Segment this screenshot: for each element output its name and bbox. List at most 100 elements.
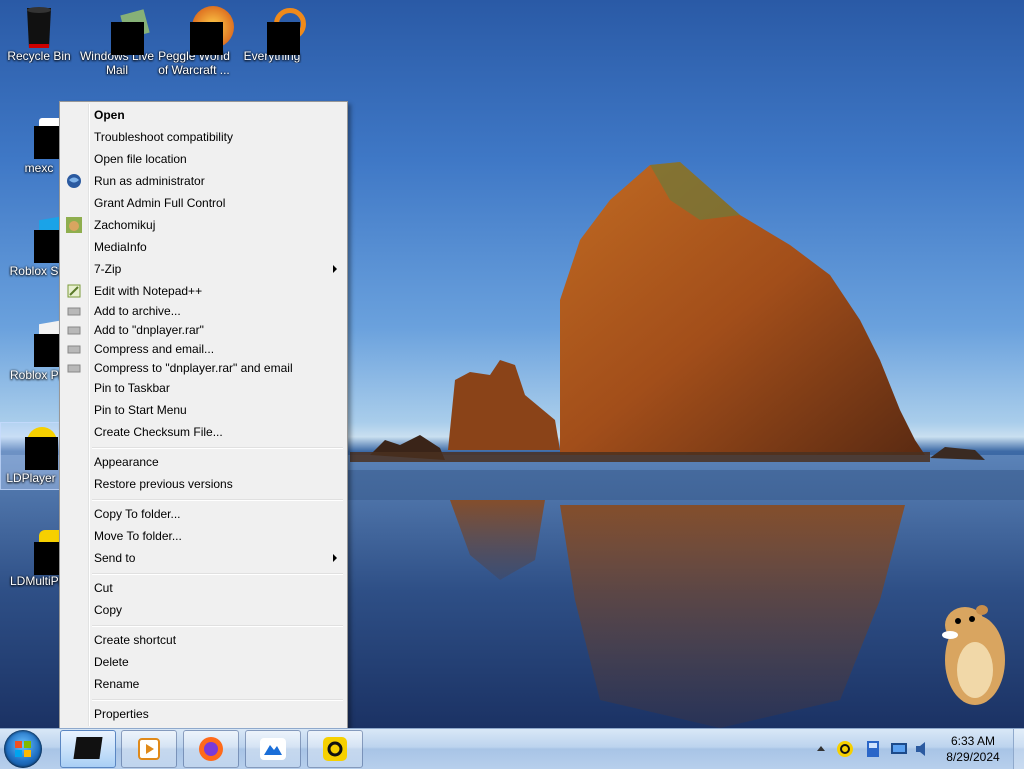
everything-search-icon [252, 6, 306, 55]
menu-item-label: Add to "dnplayer.rar" [94, 323, 204, 337]
menu-item-copy-to-folder[interactable]: Copy To folder... [62, 504, 345, 524]
menu-item-label: Rename [94, 677, 140, 691]
menu-item-label: Create shortcut [94, 633, 177, 647]
menu-separator [92, 499, 343, 501]
menu-item-label: Cut [94, 581, 113, 595]
menu-item-label: Properties [94, 707, 149, 721]
menu-item-label: Pin to Start Menu [94, 403, 187, 417]
menu-item-open-file-location[interactable]: Open file location [62, 149, 345, 169]
roblox-studio-icon [19, 215, 67, 263]
menu-item-run-as-administrator[interactable]: Run as administrator [62, 171, 345, 191]
submenu-arrow-icon [333, 554, 337, 562]
menu-item-rename[interactable]: Rename [62, 674, 345, 694]
menu-separator [92, 573, 343, 575]
ldplayer-app-icon [73, 737, 103, 759]
menu-item-add-to-archive[interactable]: Add to archive... [62, 301, 345, 321]
menu-item-appearance[interactable]: Appearance [62, 452, 345, 472]
menu-item-label: Copy To folder... [94, 507, 181, 521]
menu-item-grant-admin-full-control[interactable]: Grant Admin Full Control [62, 193, 345, 213]
desktop-icon-label-line2: Mail [105, 63, 128, 77]
system-tray [812, 729, 925, 769]
menu-item-label: MediaInfo [94, 240, 147, 254]
mexc-app-icon [19, 118, 67, 159]
menu-item-create-checksum-file[interactable]: Create Checksum File... [62, 422, 345, 442]
hamster-icon [66, 217, 82, 233]
clock-date: 8/29/2024 [946, 750, 1000, 764]
desktop-icon-label: Recycle Bin [7, 49, 71, 63]
clock-time: 6:33 AM [950, 734, 996, 748]
ldplayer-tray-icon[interactable] [836, 740, 854, 758]
desktop-icon-everything[interactable]: Everything [233, 6, 311, 63]
menu-item-label: Restore previous versions [94, 477, 233, 491]
menu-item-restore-previous-versions[interactable]: Restore previous versions [62, 474, 345, 494]
show-hidden-icons-icon[interactable] [816, 743, 826, 753]
roblox-player-icon [19, 319, 67, 367]
taskbar-button-media-player[interactable] [121, 730, 177, 768]
archive-icon [67, 345, 81, 354]
menu-item-move-to-folder[interactable]: Move To folder... [62, 526, 345, 546]
shield-globe-icon [67, 174, 81, 188]
windows-live-mail-icon [97, 6, 150, 55]
show-desktop-button[interactable] [1013, 729, 1024, 769]
windows-logo-icon [15, 741, 31, 757]
menu-item-label: Compress to "dnplayer.rar" and email [94, 361, 293, 375]
menu-item-label: Create Checksum File... [94, 425, 223, 439]
menu-item-mediainfo[interactable]: MediaInfo [62, 237, 345, 257]
menu-item-label: Open file location [94, 152, 187, 166]
menu-item-properties[interactable]: Properties [62, 704, 345, 724]
system-clock[interactable]: 6:33 AM 8/29/2024 [930, 733, 1016, 765]
menu-item-compress-and-email[interactable]: Compress and email... [62, 339, 345, 359]
menu-item-send-to[interactable]: Send to [62, 548, 345, 568]
menu-item-label: Add to archive... [94, 304, 181, 318]
menu-item-label: Pin to Taskbar [94, 381, 170, 395]
recycle-bin-icon [19, 6, 59, 48]
menu-item-edit-with-notepadpp[interactable]: Edit with Notepad++ [62, 281, 345, 301]
menu-item-delete[interactable]: Delete [62, 652, 345, 672]
taskbar-button-ldplayer[interactable] [60, 730, 116, 768]
menu-separator [92, 447, 343, 449]
desktop-icon-windows-live-mail[interactable]: Windows Live Mail [78, 6, 156, 77]
firefox-icon [199, 737, 223, 761]
menu-item-label: Edit with Notepad++ [94, 284, 203, 298]
menu-item-copy[interactable]: Copy [62, 600, 345, 620]
media-player-icon [138, 738, 160, 760]
desktop-icon-label-line2: of Warcraft ... [158, 63, 230, 77]
ldmultiplayer-app-icon [323, 737, 347, 761]
menu-item-add-to-dnplayer-rar[interactable]: Add to "dnplayer.rar" [62, 320, 345, 340]
action-center-icon[interactable] [864, 740, 882, 758]
menu-item-label: Copy [94, 603, 123, 617]
notepad-icon [67, 284, 81, 298]
ldplayer-icon [11, 423, 58, 470]
menu-item-label: Send to [94, 551, 136, 565]
desktop-icon-recycle-bin[interactable]: Recycle Bin [0, 6, 78, 63]
menu-item-label: Run as administrator [94, 174, 205, 188]
menu-item-cut[interactable]: Cut [62, 578, 345, 598]
ldmultiplayer-icon [19, 528, 67, 575]
desktop-icon-ldplayer[interactable]: LDPlayer [0, 422, 62, 490]
peggle-icon [174, 6, 234, 55]
menu-separator [92, 699, 343, 701]
archive-icon [67, 364, 81, 373]
archive-icon [67, 326, 81, 335]
menu-item-label: Grant Admin Full Control [94, 196, 226, 210]
taskbar-button-ldmultiplayer[interactable] [307, 730, 363, 768]
menu-item-label: Open [94, 108, 125, 122]
menu-item-open[interactable]: Open [62, 105, 345, 125]
taskbar-button-firefox[interactable] [183, 730, 239, 768]
submenu-arrow-icon [333, 265, 337, 273]
menu-item-compress-to-dnplayer-rar-and-email[interactable]: Compress to "dnplayer.rar" and email [62, 358, 345, 378]
taskbar-button-cloud-app[interactable] [245, 730, 301, 768]
network-icon[interactable] [890, 740, 908, 758]
start-button[interactable] [4, 730, 42, 768]
menu-item-label: Troubleshoot compatibility [94, 130, 233, 144]
cloud-app-icon [260, 738, 286, 760]
menu-item-7zip[interactable]: 7-Zip [62, 259, 345, 279]
desktop-icon-peggle[interactable]: Peggle World of Warcraft ... [155, 6, 234, 77]
menu-item-pin-to-taskbar[interactable]: Pin to Taskbar [62, 378, 345, 398]
menu-item-zachomikuj[interactable]: Zachomikuj [62, 215, 345, 235]
menu-item-create-shortcut[interactable]: Create shortcut [62, 630, 345, 650]
archive-icon [67, 307, 81, 316]
menu-item-troubleshoot-compatibility[interactable]: Troubleshoot compatibility [62, 127, 345, 147]
menu-item-pin-to-start-menu[interactable]: Pin to Start Menu [62, 400, 345, 420]
menu-item-label: Move To folder... [94, 529, 182, 543]
